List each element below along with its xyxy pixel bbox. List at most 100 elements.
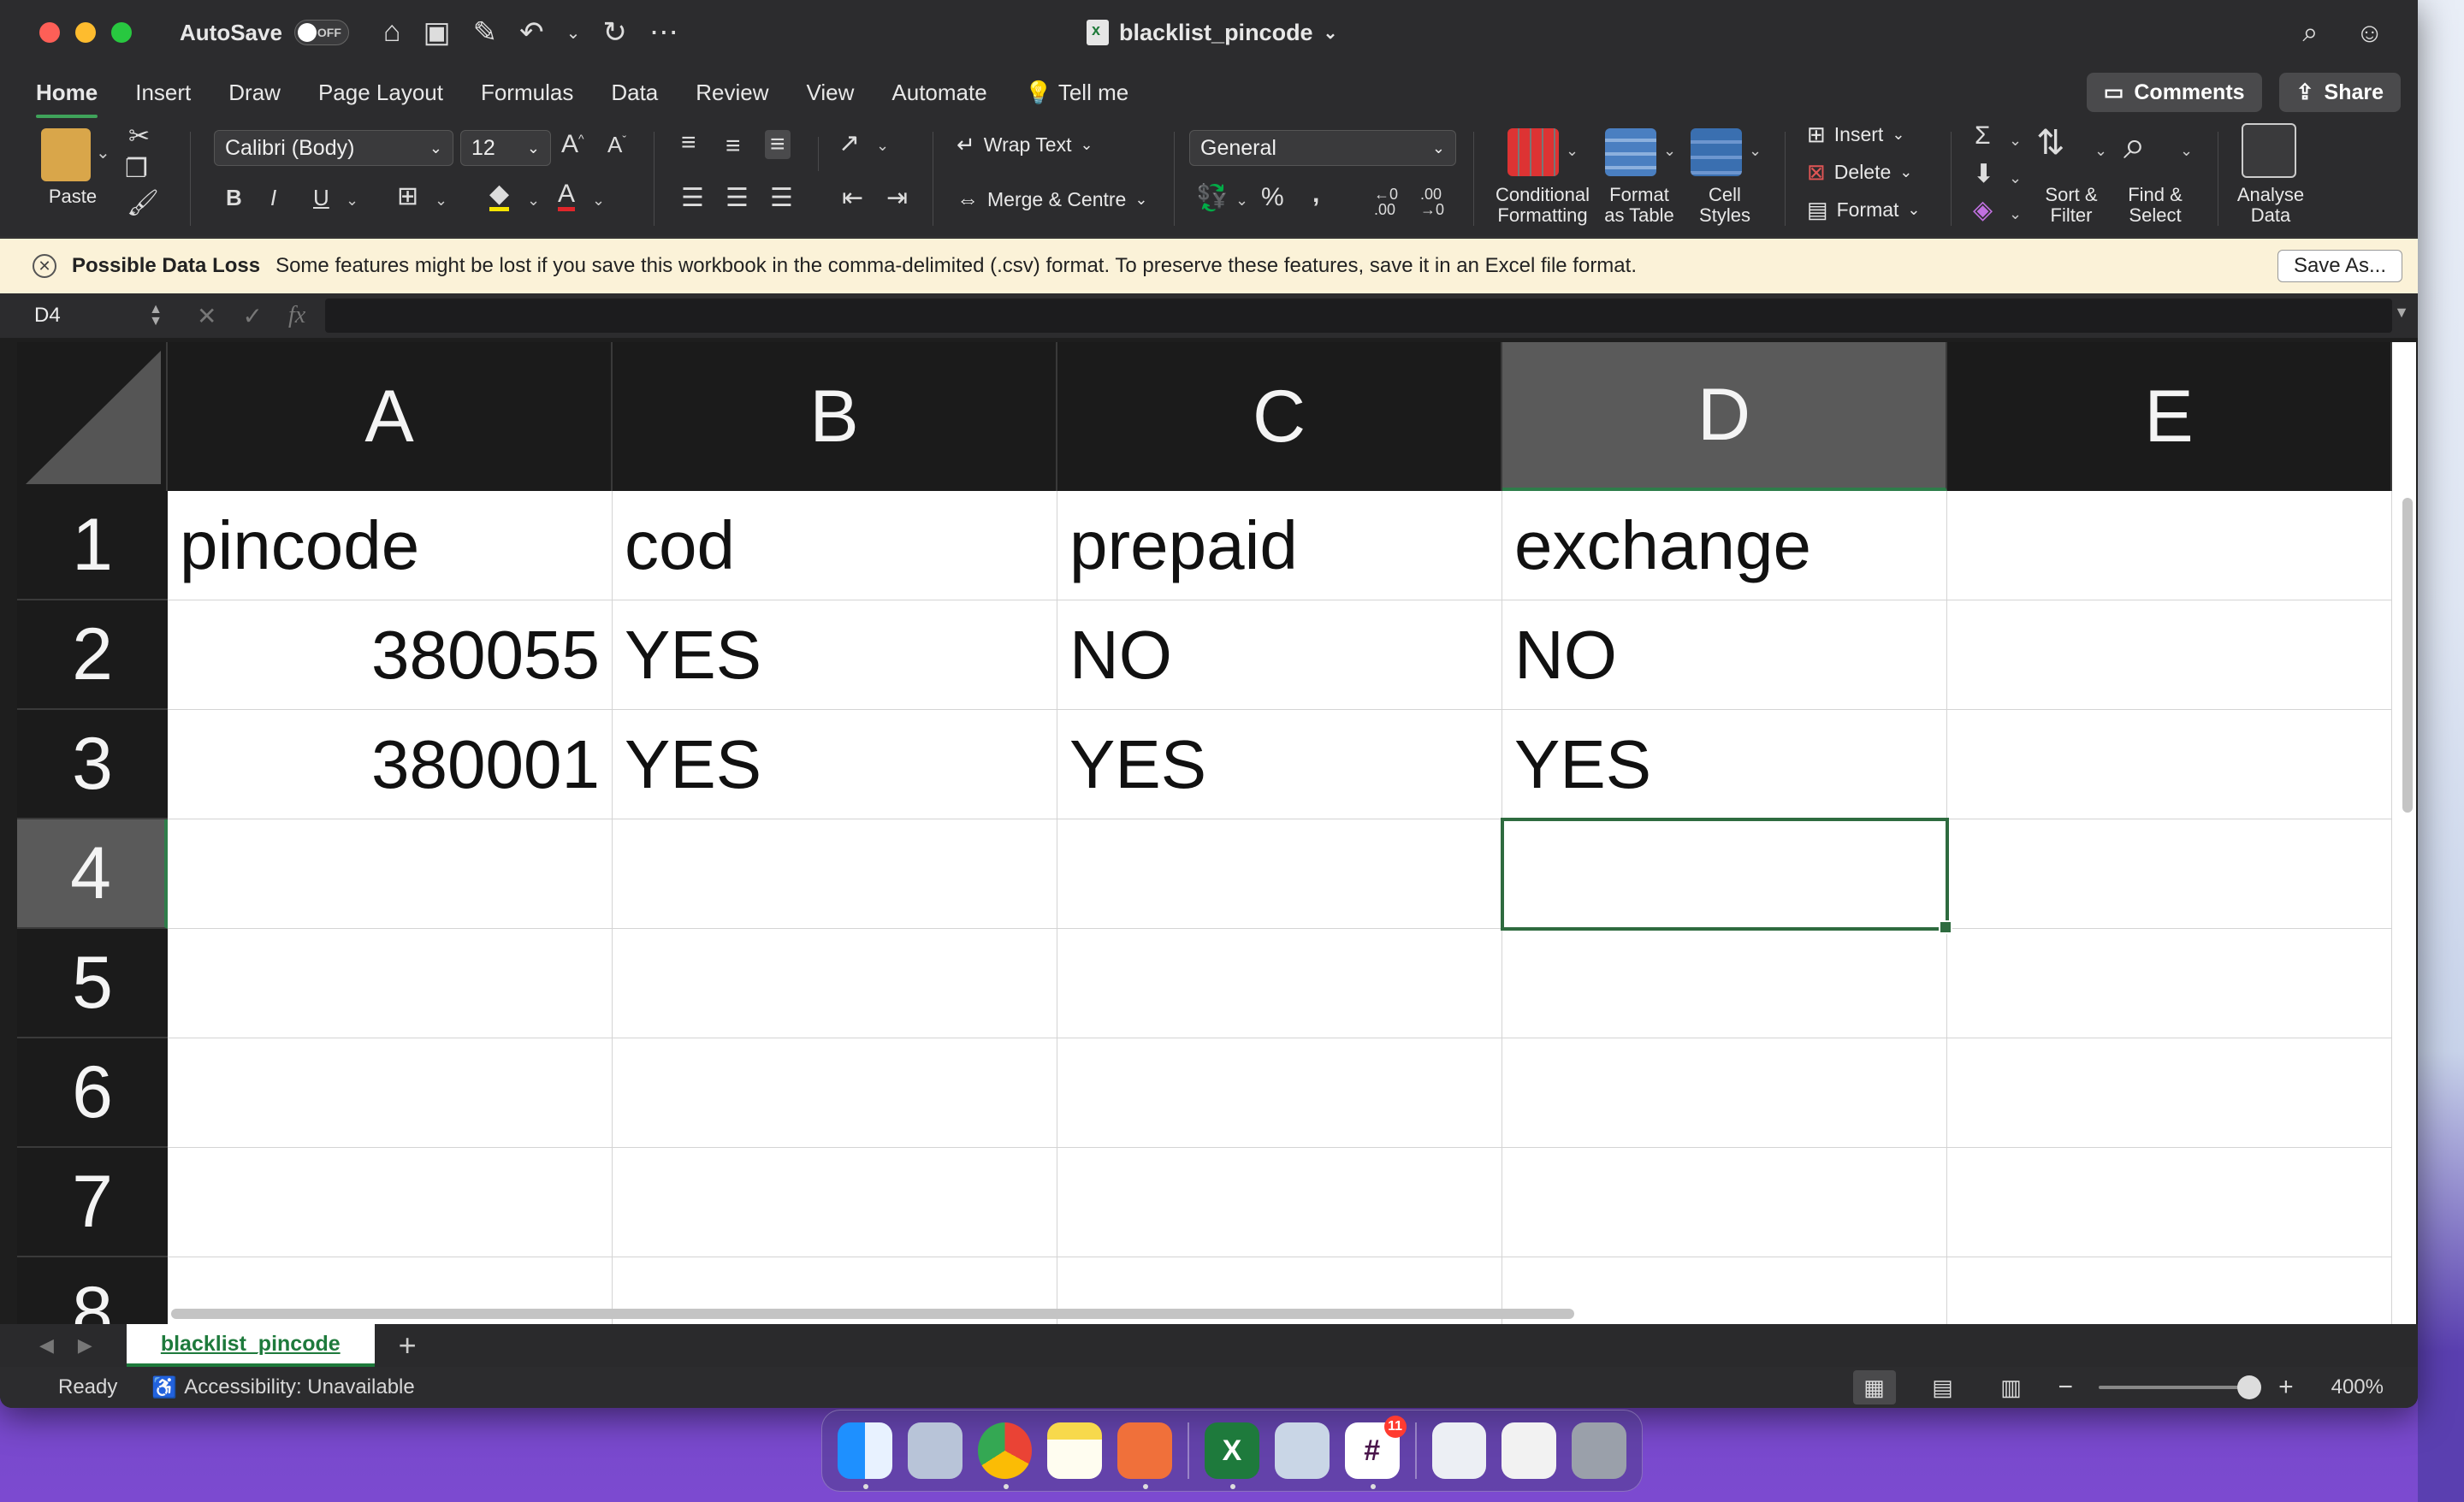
analyse-data-label[interactable]: Analyse Data: [2228, 185, 2313, 226]
decrease-indent-icon[interactable]: ⇤: [842, 183, 863, 213]
cell-e5[interactable]: [1947, 929, 2392, 1038]
preview-icon[interactable]: [1274, 1422, 1330, 1479]
formula-input[interactable]: [325, 299, 2392, 333]
insert-cells-button[interactable]: ⊞ Insert ⌄: [1807, 121, 1904, 148]
column-header-c[interactable]: C: [1057, 342, 1502, 491]
decrease-font-icon[interactable]: Aˇ: [607, 132, 626, 158]
more-icon[interactable]: ⋯: [649, 15, 678, 50]
cell-d6[interactable]: [1502, 1038, 1947, 1148]
notes-icon[interactable]: [1047, 1422, 1103, 1479]
cell-c4[interactable]: [1057, 819, 1502, 929]
cell-d7[interactable]: [1502, 1148, 1947, 1257]
cut-icon[interactable]: ✂: [128, 121, 150, 151]
confirm-icon[interactable]: ✓: [242, 302, 262, 330]
tab-data[interactable]: Data: [611, 73, 658, 113]
search-icon[interactable]: ⌕: [2302, 16, 2318, 49]
tab-home[interactable]: Home: [36, 73, 98, 118]
page-layout-view-button[interactable]: ▤: [1922, 1370, 1964, 1404]
cell-a6[interactable]: [168, 1038, 613, 1148]
font-color-dropdown-icon[interactable]: ⌄: [592, 192, 605, 210]
horizontal-scrollbar[interactable]: [171, 1309, 1574, 1319]
format-as-table-icon[interactable]: [1605, 128, 1656, 176]
close-window-button[interactable]: [39, 22, 60, 43]
paste-icon[interactable]: [41, 128, 91, 181]
autosum-icon[interactable]: Σ: [1975, 121, 1991, 151]
tab-review[interactable]: Review: [696, 73, 768, 113]
find-select-label[interactable]: Find & Select: [2117, 185, 2194, 226]
number-format-select[interactable]: General ⌄: [1189, 130, 1456, 166]
orientation-dropdown-icon[interactable]: ⌄: [876, 137, 889, 155]
cell-a1[interactable]: pincode: [168, 491, 613, 600]
currency-dropdown-icon[interactable]: ⌄: [1235, 192, 1248, 210]
cell-b5[interactable]: [613, 929, 1057, 1038]
column-header-d[interactable]: D: [1502, 342, 1947, 491]
excel-icon[interactable]: X: [1205, 1422, 1259, 1489]
fill-icon[interactable]: ⬇: [1973, 159, 1994, 189]
column-header-a[interactable]: A: [168, 342, 613, 491]
cell-c2[interactable]: NO: [1057, 600, 1502, 710]
tab-view[interactable]: View: [807, 73, 855, 113]
cell-e3[interactable]: [1947, 710, 2392, 819]
page-break-view-button[interactable]: ▥: [1990, 1370, 2033, 1404]
cell-a4[interactable]: [168, 819, 613, 929]
dismiss-message-icon[interactable]: ✕: [33, 254, 56, 278]
vertical-scrollbar[interactable]: [2402, 498, 2413, 813]
underline-dropdown-icon[interactable]: ⌄: [346, 192, 358, 210]
zoom-in-icon[interactable]: +: [2278, 1373, 2294, 1402]
paste-dropdown-icon[interactable]: ⌄: [96, 142, 110, 163]
cell-b2[interactable]: YES: [613, 600, 1057, 710]
align-top-icon[interactable]: ≡: [681, 128, 696, 157]
increase-font-icon[interactable]: A^: [561, 130, 584, 159]
sort-filter-icon[interactable]: ⇅: [2036, 123, 2065, 163]
cell-d2[interactable]: NO: [1502, 600, 1947, 710]
increase-indent-icon[interactable]: ⇥: [886, 183, 908, 213]
underline-icon[interactable]: U: [313, 185, 329, 211]
bold-icon[interactable]: B: [226, 185, 242, 211]
format-cells-button[interactable]: ▤ Format ⌄: [1807, 197, 1921, 223]
fill-color-dropdown-icon[interactable]: ⌄: [527, 192, 540, 210]
orientation-icon[interactable]: ↗: [838, 128, 860, 158]
tell-me[interactable]: 💡 Tell me: [1025, 73, 1129, 113]
cell-b6[interactable]: [613, 1038, 1057, 1148]
format-as-table-label[interactable]: Format as Table: [1596, 185, 1682, 226]
expand-formula-icon[interactable]: ▼: [2394, 304, 2409, 322]
active-cell-selection[interactable]: [1501, 818, 1952, 934]
conditional-formatting-icon[interactable]: [1507, 128, 1559, 176]
pencil-app-icon[interactable]: [1117, 1422, 1173, 1489]
column-header-e[interactable]: E: [1947, 342, 2392, 491]
tab-automate[interactable]: Automate: [891, 73, 986, 113]
cell-d5[interactable]: [1502, 929, 1947, 1038]
save-icon[interactable]: ▣: [423, 15, 450, 50]
document-title[interactable]: blacklist_pincode ⌄: [1087, 0, 1337, 65]
add-sheet-icon[interactable]: +: [399, 1328, 417, 1363]
cell-d1[interactable]: exchange: [1502, 491, 1947, 600]
find-select-icon[interactable]: ⌕: [2123, 121, 2146, 169]
cell-e7[interactable]: [1947, 1148, 2392, 1257]
cell-e2[interactable]: [1947, 600, 2392, 710]
font-size-select[interactable]: 12 ⌄: [460, 130, 551, 166]
slack-icon[interactable]: #11: [1344, 1416, 1407, 1489]
cell-b7[interactable]: [613, 1148, 1057, 1257]
accessibility-status[interactable]: ♿ Accessibility: Unavailable: [151, 1375, 414, 1400]
conditional-formatting-label[interactable]: Conditional Formatting: [1487, 185, 1598, 226]
cell-e8[interactable]: [1947, 1257, 2392, 1324]
select-all-corner[interactable]: [17, 342, 168, 491]
cell-a3[interactable]: 380001: [168, 710, 613, 819]
previous-sheet-icon[interactable]: ◀: [39, 1334, 54, 1357]
finder-icon[interactable]: [838, 1422, 892, 1489]
copy-icon[interactable]: ❐: [125, 154, 148, 184]
row-header-6[interactable]: 6: [17, 1038, 168, 1148]
font-name-select[interactable]: Calibri (Body) ⌄: [214, 130, 453, 166]
cell-a7[interactable]: [168, 1148, 613, 1257]
undo-icon[interactable]: ↶: [519, 15, 544, 50]
cell-a5[interactable]: [168, 929, 613, 1038]
decrease-decimal-icon[interactable]: .00 →0: [1420, 186, 1444, 217]
tab-page-layout[interactable]: Page Layout: [318, 73, 443, 113]
share-button[interactable]: ⇪ Share: [2278, 73, 2401, 112]
autosum-dropdown-icon[interactable]: ⌄: [2009, 132, 2022, 150]
cell-c3[interactable]: YES: [1057, 710, 1502, 819]
wrap-text-button[interactable]: ↵ Wrap Text ⌄: [957, 132, 1093, 158]
next-sheet-icon[interactable]: ▶: [78, 1334, 92, 1357]
cancel-icon[interactable]: ✕: [197, 302, 216, 330]
tab-formulas[interactable]: Formulas: [481, 73, 573, 113]
